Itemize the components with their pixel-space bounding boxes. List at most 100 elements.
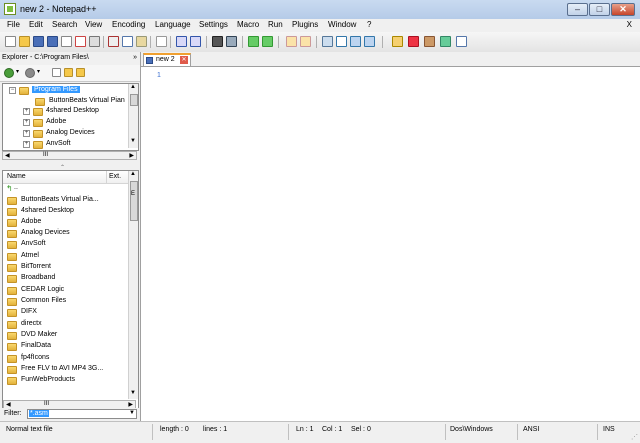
chevron-down-icon[interactable]: ▼ [129,410,135,416]
paste-icon[interactable] [136,36,147,47]
tab-label: new 2 [156,56,175,63]
expand-icon[interactable]: + [23,108,30,115]
explorer-collapse-button[interactable]: » [133,54,137,61]
maximize-button[interactable]: □ [589,3,610,16]
menu-window[interactable]: Window [328,20,356,29]
menu-file[interactable]: File [7,20,20,29]
expand-icon[interactable]: + [23,119,30,126]
menu-encoding[interactable]: Encoding [112,20,145,29]
redo-icon[interactable] [190,36,201,47]
copy-icon[interactable] [122,36,133,47]
menu-language[interactable]: Language [155,20,191,29]
status-insert-mode[interactable]: INS [603,426,615,433]
new-file-icon[interactable] [5,36,16,47]
folder-icon [7,366,17,374]
filter-input[interactable]: *.asm [29,410,49,417]
menu-run[interactable]: Run [268,20,283,29]
minimize-button[interactable]: – [567,3,588,16]
undo-icon[interactable] [176,36,187,47]
folder-icon [7,321,17,329]
filter-combobox[interactable]: *.asm ▼ [27,409,137,419]
close-button[interactable]: ✕ [611,3,635,16]
record-macro-icon[interactable] [408,36,419,47]
scroll-left-icon[interactable]: ◀ [5,152,10,159]
folder-icon [7,355,17,363]
close-file-icon[interactable] [61,36,72,47]
new-folder-icon[interactable] [64,68,73,77]
scroll-right-icon[interactable]: ▶ [129,152,134,159]
collapse-icon[interactable]: − [9,87,16,94]
word-wrap-icon[interactable] [322,36,333,47]
tree-horizontal-scrollbar[interactable]: ◀ III ▶ [2,151,137,160]
status-selection: Sel : 0 [351,426,371,433]
scroll-right-icon[interactable]: ▶ [128,401,133,408]
menu-settings[interactable]: Settings [199,20,228,29]
scroll-thumb-grip[interactable]: III [43,152,48,158]
tree-vertical-scrollbar[interactable]: ▲ ▼ [128,84,138,148]
text-editor[interactable] [166,67,640,419]
menu-macro[interactable]: Macro [237,20,259,29]
list-item-label: fp4fIcons [21,354,50,361]
scroll-down-icon[interactable]: ▼ [130,390,136,396]
close-document-button[interactable]: X [627,20,632,29]
menu-view[interactable]: View [85,20,102,29]
resize-grip-icon[interactable]: ⋰ [631,433,638,441]
replace-icon[interactable] [226,36,237,47]
save-all-icon[interactable] [47,36,58,47]
doc-map-icon[interactable] [392,36,403,47]
column-ext[interactable]: Ext. [109,173,121,180]
tree-item-label: Analog Devices [46,129,95,136]
close-tab-icon[interactable]: ✕ [180,56,188,64]
expand-icon[interactable]: + [23,130,30,137]
back-dropdown-icon[interactable]: ▾ [16,68,19,75]
tab-new-2[interactable]: new 2 ✕ [143,53,191,66]
explorer-panel: Explorer - C:\Program Files\ » ▾ ▾ − Pro… [0,52,141,421]
menu-plugins[interactable]: Plugins [292,20,318,29]
forward-dropdown-icon[interactable]: ▾ [37,68,40,75]
sync-horizontal-icon[interactable] [300,36,311,47]
status-encoding[interactable]: ANSI [523,426,539,433]
find-icon[interactable] [212,36,223,47]
scroll-left-icon[interactable]: ◀ [6,401,11,408]
new-file-icon[interactable] [52,68,61,77]
scroll-down-icon[interactable]: ▼ [130,138,136,144]
sync-vertical-icon[interactable] [286,36,297,47]
forward-icon[interactable] [25,68,35,78]
indent-guide-icon[interactable] [350,36,361,47]
expand-icon[interactable]: + [23,141,30,148]
back-icon[interactable] [4,68,14,78]
folder-icon [33,119,43,127]
explorer-panel-icon[interactable] [456,36,467,47]
save-icon [146,57,153,64]
delete-icon[interactable] [156,36,167,47]
status-eol[interactable]: Dos\Windows [450,426,493,433]
menu-edit[interactable]: Edit [29,20,43,29]
file-list-vertical-scrollbar[interactable]: ▲ E ▼ [128,171,138,399]
scroll-thumb-grip[interactable]: III [44,401,49,407]
scroll-thumb[interactable] [130,94,138,106]
scroll-thumb[interactable] [130,181,138,221]
close-all-icon[interactable] [75,36,86,47]
folder-icon [7,264,17,272]
menu-help[interactable]: ? [367,20,371,29]
open-file-icon[interactable] [19,36,30,47]
cut-icon[interactable] [108,36,119,47]
open-folder-icon[interactable] [76,68,85,77]
folder-as-workspace-icon[interactable] [364,36,375,47]
print-icon[interactable] [89,36,100,47]
play-macro-icon[interactable] [424,36,435,47]
menu-search[interactable]: Search [52,20,77,29]
folder-icon [7,275,17,283]
spellcheck-icon[interactable] [440,36,451,47]
folder-icon [7,253,17,261]
folder-icon [7,230,17,238]
scroll-up-icon[interactable]: ▲ [130,171,136,177]
status-separator [517,424,518,440]
zoom-out-icon[interactable] [262,36,273,47]
zoom-in-icon[interactable] [248,36,259,47]
show-all-chars-icon[interactable] [336,36,347,47]
window-title: new 2 - Notepad++ [20,4,97,14]
scroll-up-icon[interactable]: ▲ [130,84,136,90]
column-name[interactable]: Name [7,173,26,180]
save-icon[interactable] [33,36,44,47]
